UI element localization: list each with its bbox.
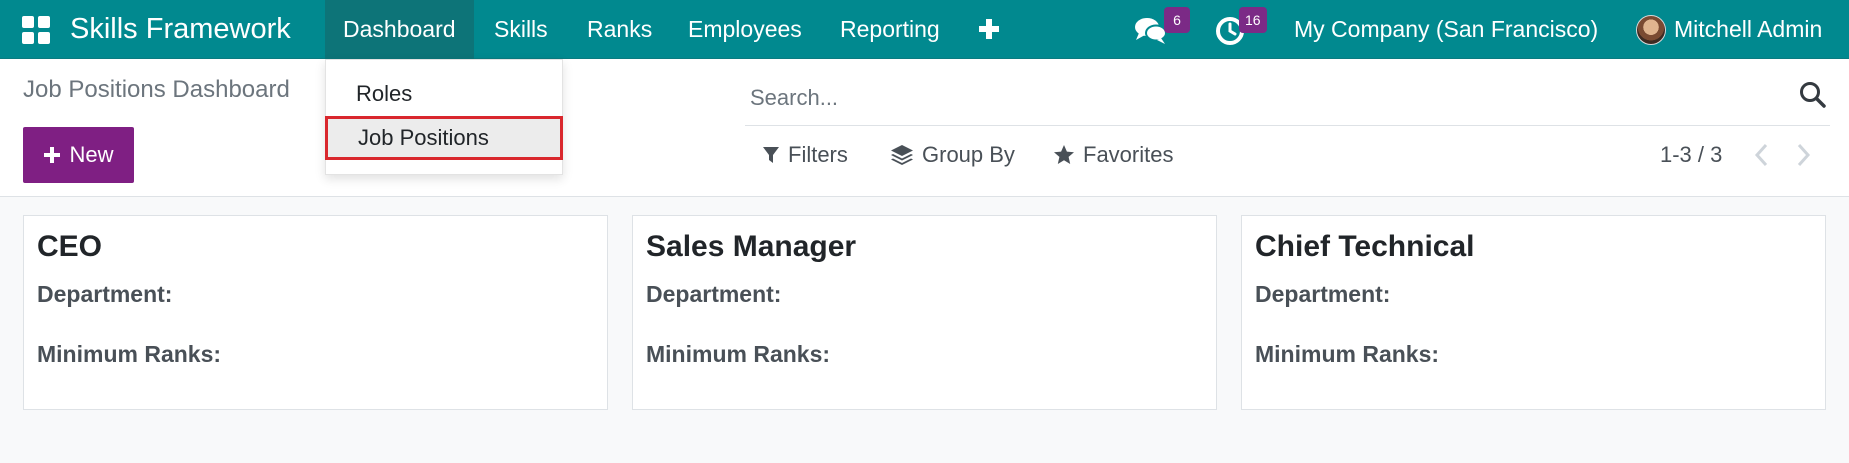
kanban-view: CEO Department: Minimum Ranks: Sales Man… xyxy=(23,215,1826,410)
avatar xyxy=(1636,14,1666,45)
breadcrumb: Job Positions Dashboard xyxy=(23,76,290,103)
new-button-label: New xyxy=(69,142,114,167)
pager-value[interactable]: 1-3 / 3 xyxy=(1660,142,1722,168)
kanban-card[interactable]: Chief Technical Department: Minimum Rank… xyxy=(1241,215,1826,410)
card-title: Chief Technical xyxy=(1255,230,1475,263)
minimum-ranks-label: Minimum Ranks: xyxy=(37,341,222,367)
plus-icon xyxy=(44,147,61,163)
kanban-card[interactable]: Sales Manager Department: Minimum Ranks: xyxy=(632,215,1217,410)
filter-icon xyxy=(763,147,779,163)
company-switcher[interactable]: My Company (San Francisco) xyxy=(1294,0,1598,59)
user-menu[interactable]: Mitchell Admin xyxy=(1636,0,1822,59)
kanban-card[interactable]: CEO Department: Minimum Ranks: xyxy=(23,215,608,410)
user-name: Mitchell Admin xyxy=(1674,16,1823,42)
app-brand[interactable]: Skills Framework xyxy=(70,0,291,59)
search-icon[interactable] xyxy=(1798,80,1828,110)
layers-icon xyxy=(891,145,913,165)
chevron-left-icon[interactable] xyxy=(1749,141,1775,169)
favorites-button[interactable]: Favorites xyxy=(1053,138,1173,172)
menu-employees[interactable]: Employees xyxy=(670,0,820,59)
top-navbar: Skills Framework Dashboard Skills Ranks … xyxy=(0,0,1849,59)
minimum-ranks-label: Minimum Ranks: xyxy=(1255,341,1440,367)
menu-reporting[interactable]: Reporting xyxy=(822,0,958,59)
filters-label: Filters xyxy=(788,142,848,167)
card-title: Sales Manager xyxy=(646,230,857,263)
card-title: CEO xyxy=(37,230,103,263)
filters-button[interactable]: Filters xyxy=(762,138,848,172)
group-by-label: Group By xyxy=(922,142,1015,167)
dashboard-dropdown: Roles Job Positions xyxy=(325,59,563,175)
department-label: Department: xyxy=(1255,281,1391,307)
apps-grid-icon[interactable] xyxy=(22,16,50,44)
search-input[interactable] xyxy=(750,82,1750,114)
group-by-button[interactable]: Group By xyxy=(890,138,1015,172)
dropdown-item-job-positions[interactable]: Job Positions xyxy=(325,116,563,160)
chevron-right-icon[interactable] xyxy=(1790,141,1816,169)
messages-badge: 6 xyxy=(1164,7,1190,33)
star-icon xyxy=(1054,145,1074,164)
new-button[interactable]: New xyxy=(23,127,134,183)
department-label: Department: xyxy=(646,281,782,307)
plus-icon[interactable] xyxy=(976,16,1002,42)
messages-icon[interactable] xyxy=(1134,16,1168,46)
search-bar xyxy=(745,70,1830,126)
favorites-label: Favorites xyxy=(1083,142,1174,167)
minimum-ranks-label: Minimum Ranks: xyxy=(646,341,831,367)
menu-skills[interactable]: Skills xyxy=(476,0,566,59)
activities-badge: 16 xyxy=(1239,7,1267,33)
department-label: Department: xyxy=(37,281,173,307)
menu-ranks[interactable]: Ranks xyxy=(569,0,670,59)
menu-dashboard[interactable]: Dashboard xyxy=(325,0,474,59)
dropdown-item-roles[interactable]: Roles xyxy=(326,72,562,116)
